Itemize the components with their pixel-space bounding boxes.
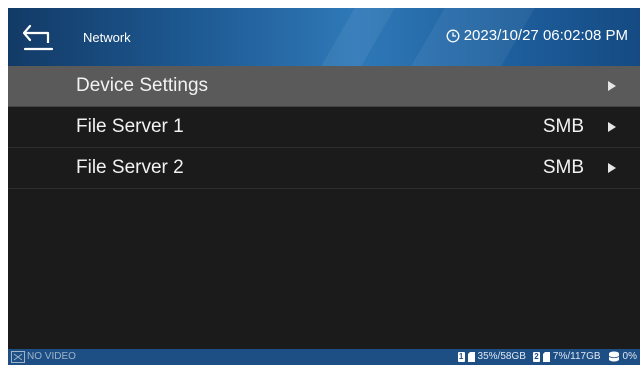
menu-item-device-settings[interactable]: Device Settings <box>8 66 640 107</box>
sd-card-icon <box>542 352 550 362</box>
status-bar: NO VIDEO 1 35%/58GB 2 7%/117GB 0% <box>8 349 640 365</box>
device-screen: Network 2023/10/27 06:02:08 PM Device Se… <box>8 8 640 365</box>
back-icon[interactable] <box>22 22 56 52</box>
menu-item-label: Device Settings <box>76 75 209 96</box>
video-status-text: NO VIDEO <box>27 351 76 362</box>
arrow-right-icon <box>608 163 616 173</box>
hard-disk-icon <box>608 351 619 362</box>
clock-icon <box>446 29 460 43</box>
disk-usage-text: 0% <box>622 351 637 362</box>
storage-slot-2-badge: 2 <box>532 352 540 362</box>
sd-card-icon <box>467 352 475 362</box>
datetime-display: 2023/10/27 06:02:08 PM <box>446 27 628 45</box>
menu-item-label: File Server 2 <box>76 157 184 178</box>
arrow-right-icon <box>608 81 616 91</box>
video-status: NO VIDEO <box>11 349 76 365</box>
menu-item-file-server-2[interactable]: File Server 2 SMB <box>8 148 640 189</box>
storage-slot-2-text: 7%/117GB <box>552 351 601 362</box>
storage-slot-1-text: 35%/58GB <box>477 351 526 362</box>
arrow-right-icon <box>608 122 616 132</box>
menu-item-label: File Server 1 <box>76 116 184 137</box>
no-video-icon <box>11 351 25 363</box>
settings-list: Device Settings File Server 1 SMB File S… <box>8 66 640 189</box>
menu-item-value: SMB <box>542 157 584 178</box>
page-title: Network <box>83 30 131 45</box>
menu-item-value: SMB <box>542 116 584 137</box>
datetime-text: 2023/10/27 06:02:08 PM <box>463 27 628 44</box>
header-bar: Network 2023/10/27 06:02:08 PM <box>8 8 640 66</box>
storage-status: 1 35%/58GB 2 7%/117GB 0% <box>457 349 637 365</box>
menu-item-file-server-1[interactable]: File Server 1 SMB <box>8 107 640 148</box>
storage-slot-1-badge: 1 <box>457 352 465 362</box>
header-decoration <box>321 8 395 66</box>
